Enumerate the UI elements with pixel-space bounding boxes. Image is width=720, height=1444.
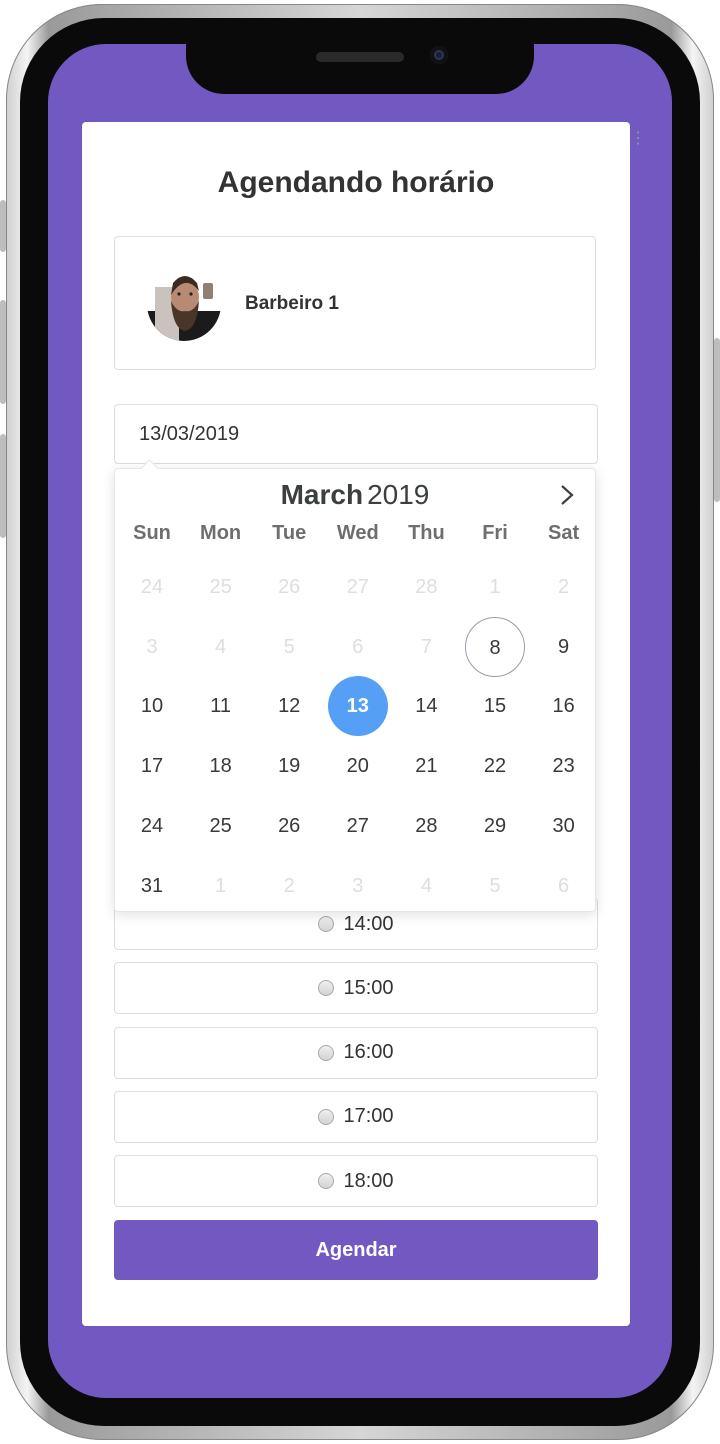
calendar-day[interactable]: 8 <box>465 616 525 677</box>
barber-card[interactable]: Barbeiro 1 <box>114 236 596 370</box>
time-slot-option[interactable]: 17:00 <box>114 1090 598 1143</box>
time-slot-label: 15:00 <box>343 976 394 999</box>
calendar-day[interactable]: 18 <box>191 736 251 796</box>
calendar-day: 3 <box>146 635 158 658</box>
calendar-day[interactable]: 19 <box>259 736 319 796</box>
volume-down-button <box>0 434 6 538</box>
calendar-day[interactable]: 31 <box>122 856 182 916</box>
calendar-day: 2 <box>558 576 570 598</box>
time-slot-label: 14:00 <box>343 912 394 935</box>
calendar-day[interactable]: 26 <box>259 796 319 856</box>
calendar-day[interactable]: 16 <box>534 676 594 736</box>
calendar-day[interactable]: 27 <box>328 796 388 856</box>
calendar-day[interactable]: 28 <box>396 796 456 856</box>
calendar-day: 1 <box>489 576 501 598</box>
radio-icon[interactable] <box>318 1173 335 1190</box>
radio-icon[interactable] <box>318 1108 335 1125</box>
calendar-day[interactable]: 25 <box>191 796 251 856</box>
calendar-day[interactable]: 9 <box>534 617 594 677</box>
booking-card: ⋮ Agendando horário Barbeiro 1 13/03/201… <box>82 122 646 1326</box>
calendar-day[interactable]: 14 <box>396 676 456 736</box>
calendar-day[interactable]: 13 <box>327 676 388 737</box>
datepicker-popup: March 2019 Sun Mon Tue Wed Thu Fri Sat 24 25 26 27… <box>114 459 597 912</box>
calendar-day[interactable]: 24 <box>122 796 182 856</box>
weekday-label: Fri <box>482 522 508 544</box>
datepicker-month[interactable]: March <box>281 479 363 510</box>
calendar-day: 6 <box>352 635 364 658</box>
next-month-button[interactable] <box>553 479 581 511</box>
time-slot-option[interactable]: 18:00 <box>114 1155 598 1208</box>
time-slot-label: 18:00 <box>343 1169 394 1192</box>
barber-avatar <box>147 267 221 341</box>
calendar-day[interactable]: 23 <box>534 736 594 796</box>
submit-button[interactable]: Agendar <box>114 1220 598 1280</box>
phone-notch <box>186 44 534 94</box>
mute-switch <box>0 200 6 252</box>
calendar-day[interactable]: 29 <box>465 796 525 856</box>
calendar-day[interactable]: 20 <box>328 736 388 796</box>
calendar-day[interactable]: 15 <box>465 676 525 736</box>
datepicker-header: March 2019 <box>115 475 595 515</box>
page-title: Agendando horário <box>217 166 495 199</box>
calendar-day[interactable]: 21 <box>396 736 456 796</box>
time-slot-option[interactable]: 16:00 <box>114 1026 598 1079</box>
weekday-label: Sun <box>133 522 171 544</box>
chevron-right-icon <box>561 485 574 505</box>
calendar-day: 3 <box>352 874 364 897</box>
barber-photo <box>147 267 221 341</box>
menu-mark-icon: ⋮ <box>630 130 646 147</box>
calendar-day: 5 <box>489 874 501 897</box>
calendar-day: 26 <box>278 576 301 598</box>
calendar-day[interactable]: 22 <box>465 736 525 796</box>
weekday-label: Wed <box>336 522 379 544</box>
calendar-day[interactable]: 12 <box>259 676 319 736</box>
calendar-day: 4 <box>420 874 432 897</box>
radio-icon[interactable] <box>318 916 335 932</box>
weekday-label: Sat <box>548 522 580 544</box>
calendar-day[interactable]: 17 <box>122 736 182 796</box>
calendar-day: 25 <box>209 576 232 598</box>
date-input[interactable] <box>114 404 598 464</box>
calendar-day: 7 <box>420 635 432 658</box>
calendar-day: 5 <box>283 635 295 658</box>
time-slot-label: 17:00 <box>343 1105 394 1128</box>
speaker-grille <box>316 52 404 62</box>
weekday-label: Mon <box>200 522 242 544</box>
phone-screen: ⋮ Agendando horário Barbeiro 1 13/03/201… <box>48 44 672 1398</box>
calendar-day: 2 <box>283 874 295 897</box>
power-button <box>714 338 720 502</box>
radio-icon[interactable] <box>318 980 335 997</box>
time-slot-label: 16:00 <box>343 1041 394 1064</box>
time-slot-option[interactable]: 15:00 <box>114 962 598 1015</box>
weekday-label: Tue <box>272 522 307 544</box>
calendar-day: 27 <box>346 576 369 598</box>
calendar-day: 28 <box>415 576 438 598</box>
radio-icon[interactable] <box>318 1044 335 1061</box>
calendar-day[interactable]: 11 <box>191 676 251 736</box>
calendar-day: 1 <box>215 874 227 897</box>
calendar-day: 6 <box>558 874 570 897</box>
weekday-label: Thu <box>408 522 445 544</box>
datepicker-year[interactable]: 2019 <box>367 479 429 510</box>
calendar-day: 4 <box>215 635 227 658</box>
calendar-day: 24 <box>140 576 164 598</box>
barber-name: Barbeiro 1 <box>245 293 339 314</box>
calendar-day[interactable]: 30 <box>534 796 594 856</box>
front-camera <box>430 46 448 64</box>
weekday-row: Sun Mon Tue Wed Thu Fri Sat <box>115 519 597 547</box>
volume-up-button <box>0 300 6 404</box>
calendar-day[interactable]: 10 <box>122 676 182 736</box>
